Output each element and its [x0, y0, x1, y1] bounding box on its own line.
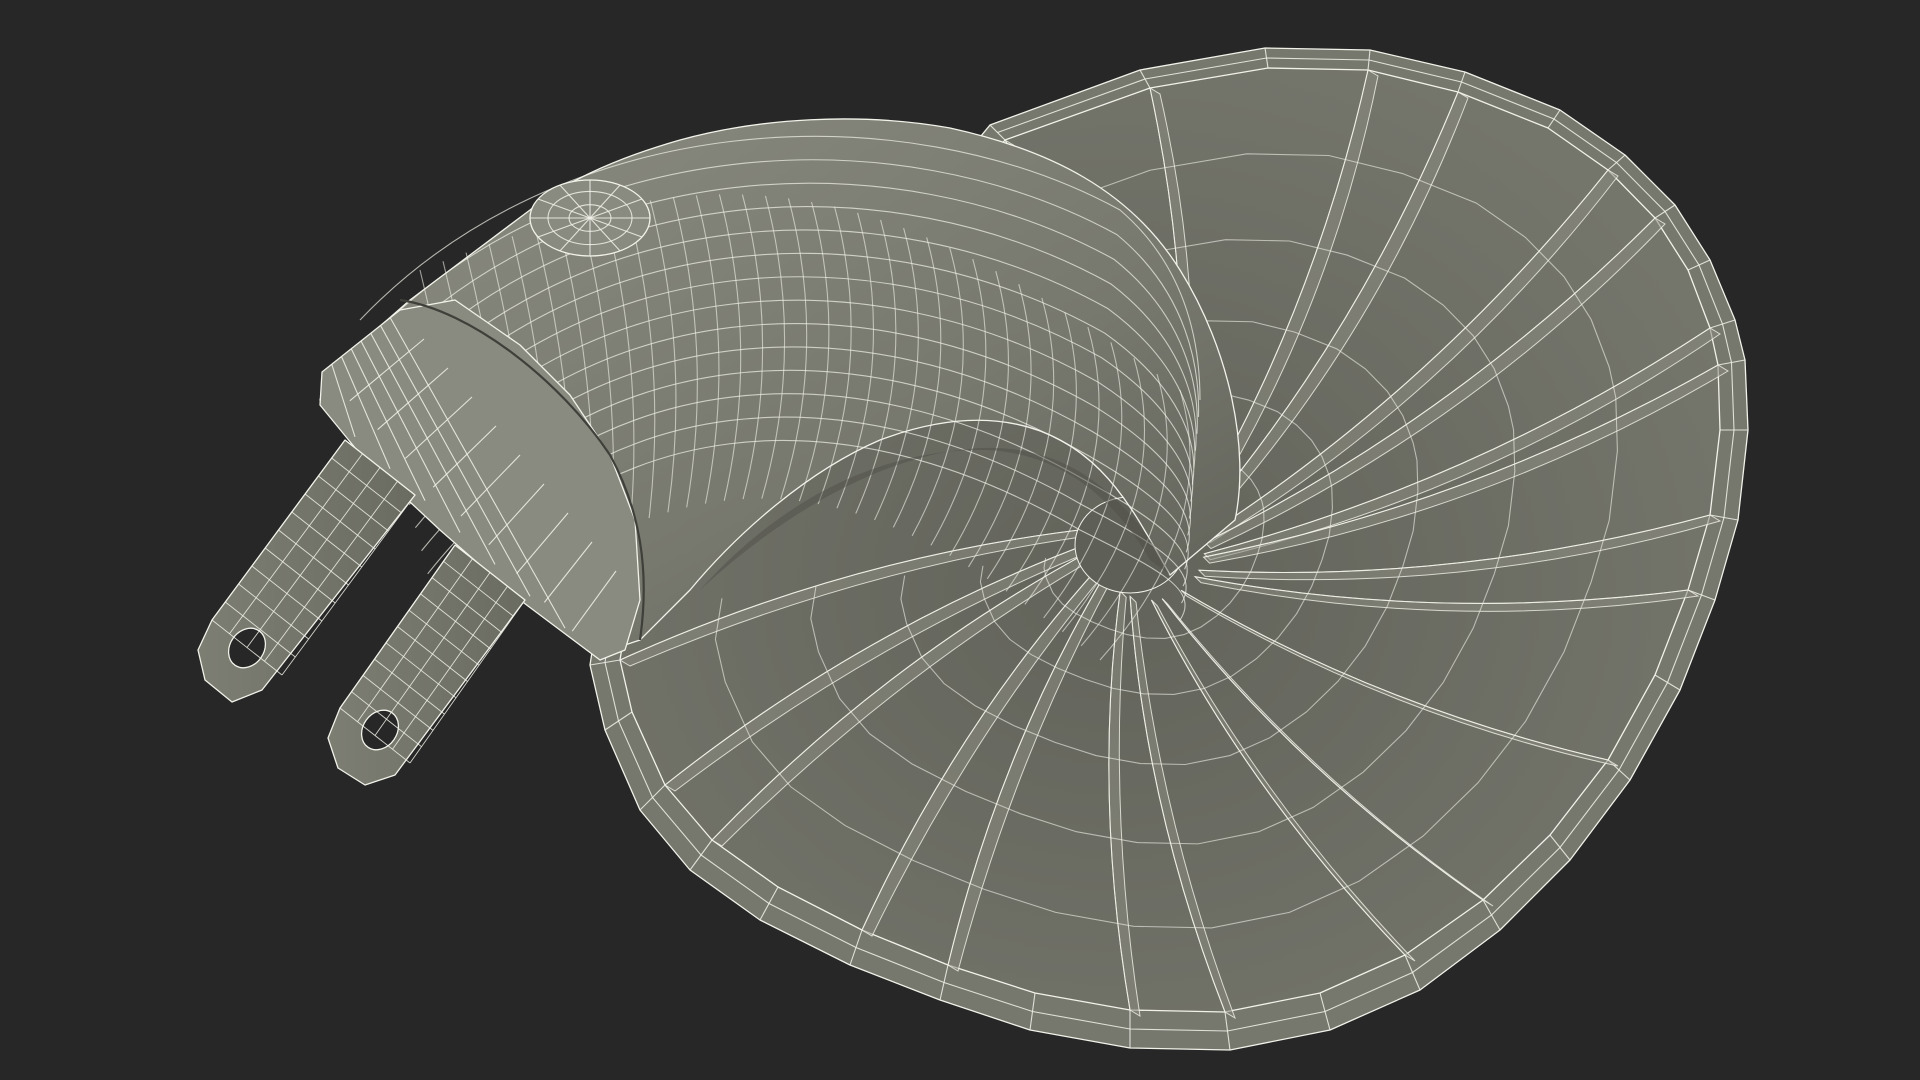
render-viewport — [0, 0, 1920, 1080]
wireframe-render — [197, 47, 1749, 1051]
prong-right — [327, 544, 526, 786]
